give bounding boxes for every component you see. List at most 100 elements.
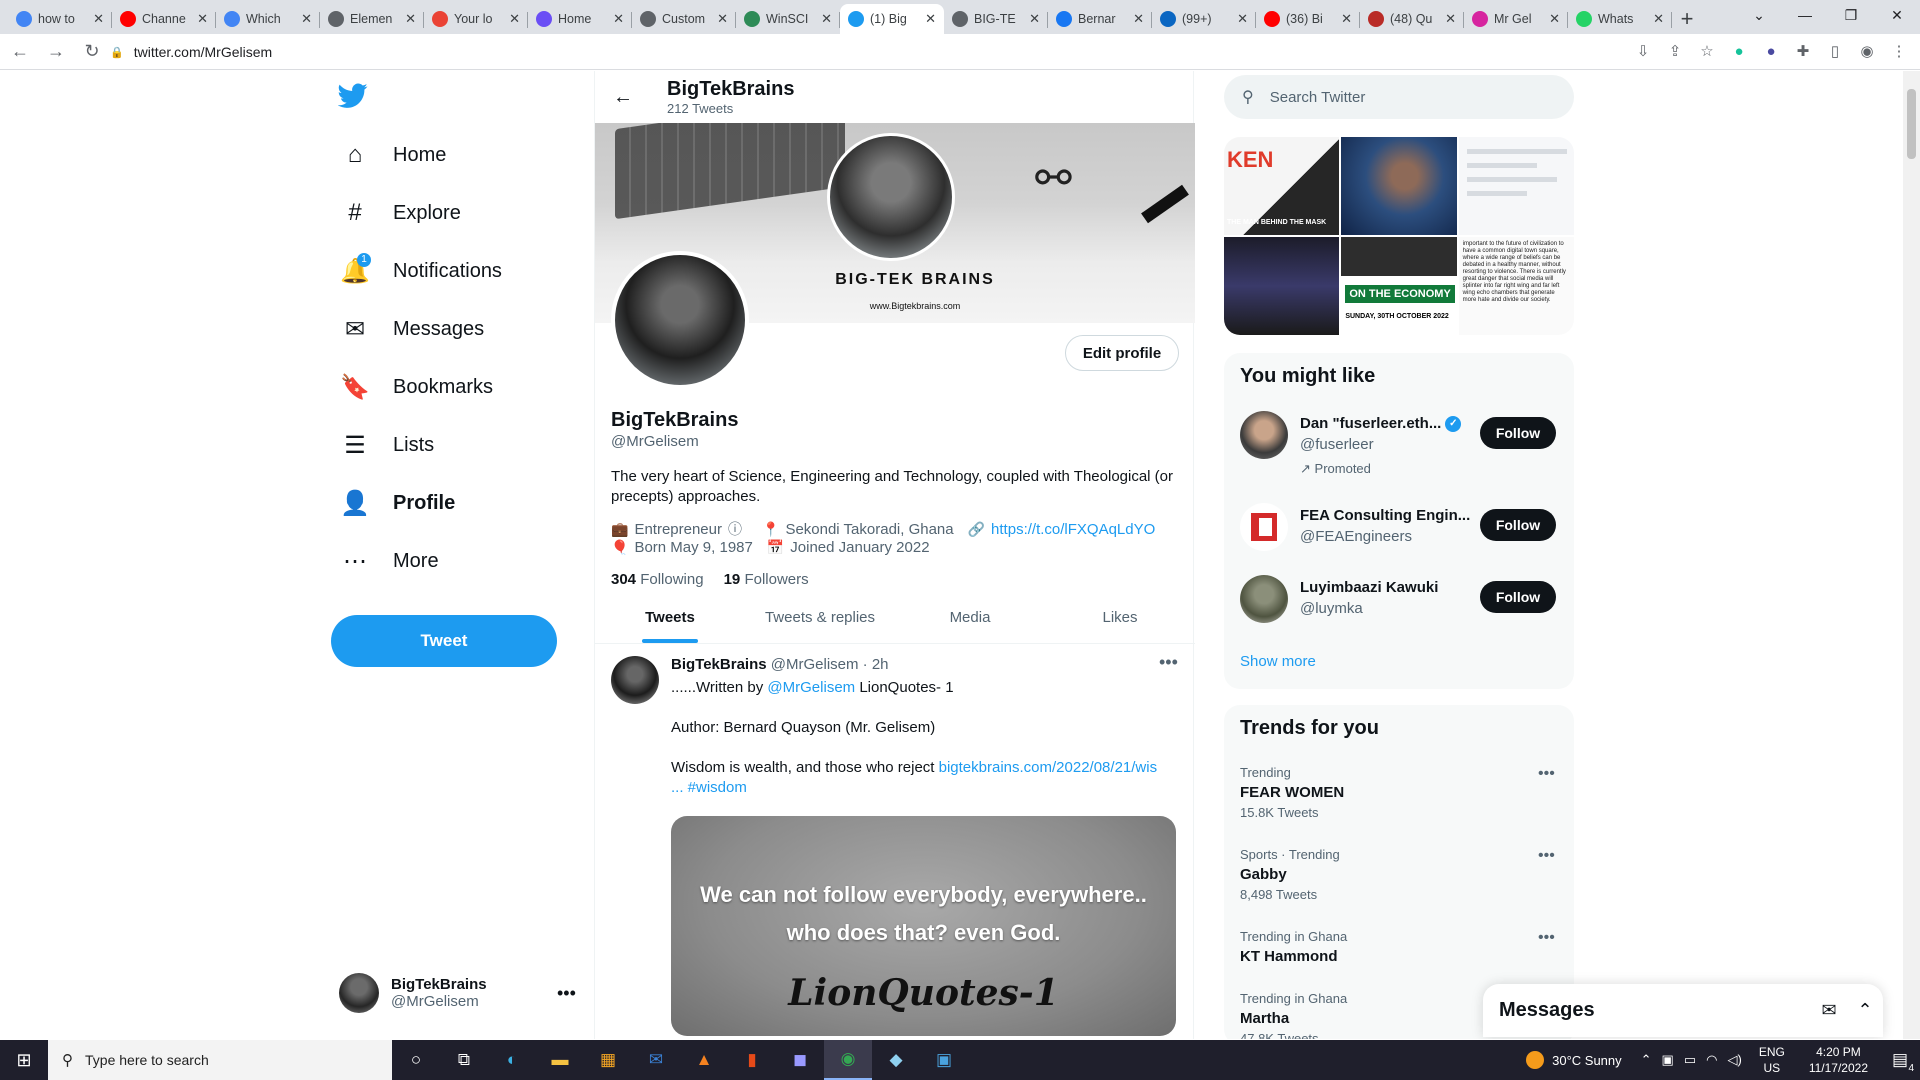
followers-link[interactable]: 19 Followers bbox=[724, 571, 809, 588]
more-dots-icon[interactable]: ••• bbox=[557, 983, 576, 1004]
profile-avatar[interactable] bbox=[611, 251, 749, 389]
close-tab-icon[interactable]: ✕ bbox=[925, 11, 936, 27]
winscp-icon[interactable]: ◆ bbox=[872, 1040, 920, 1080]
browser-tab[interactable]: how to ✕ bbox=[8, 4, 112, 34]
follow-button[interactable]: Follow bbox=[1480, 581, 1556, 613]
close-tab-icon[interactable]: ✕ bbox=[301, 11, 312, 27]
account-switcher[interactable]: BigTekBrains @MrGelisem ••• bbox=[339, 973, 576, 1013]
photos-icon[interactable]: ▣ bbox=[920, 1040, 968, 1080]
tab-media[interactable]: Media bbox=[895, 591, 1045, 643]
chrome-icon[interactable]: ◉ bbox=[824, 1040, 872, 1080]
store-icon[interactable]: ▦ bbox=[584, 1040, 632, 1080]
address-bar[interactable]: 🔒 twitter.com/MrGelisem bbox=[110, 38, 1600, 66]
bookmark-star-icon[interactable]: ☆ bbox=[1696, 40, 1718, 62]
notification-center-icon[interactable]: ▤ 4 bbox=[1880, 1040, 1920, 1080]
browser-tab[interactable]: Whats ✕ bbox=[1568, 4, 1672, 34]
chevron-up-icon[interactable]: ⌃ bbox=[1847, 1000, 1883, 1021]
file-explorer-icon[interactable]: ▬ bbox=[536, 1040, 584, 1080]
close-tab-icon[interactable]: ✕ bbox=[1341, 11, 1352, 27]
close-tab-icon[interactable]: ✕ bbox=[821, 11, 832, 27]
battery-icon[interactable]: ▭ bbox=[1684, 1052, 1696, 1068]
website-link[interactable]: https://t.co/lFXQAqLdYO bbox=[991, 521, 1155, 538]
sidebar-item-notifications[interactable]: 🔔 1 Notifications bbox=[325, 246, 502, 296]
trend-item[interactable]: Trending in Ghana KT Hammond ••• bbox=[1240, 929, 1560, 965]
sidebar-item-bookmarks[interactable]: 🔖 Bookmarks bbox=[325, 362, 493, 412]
reload-icon[interactable]: ↻ bbox=[76, 36, 108, 68]
page-scrollbar[interactable] bbox=[1903, 71, 1920, 1039]
tweet-avatar[interactable] bbox=[611, 656, 659, 704]
more-dots-icon[interactable]: ••• bbox=[1538, 929, 1555, 947]
close-tab-icon[interactable]: ✕ bbox=[1237, 11, 1248, 27]
close-tab-icon[interactable]: ✕ bbox=[1549, 11, 1560, 27]
url-link[interactable]: bigtekbrains.com/2022/08/21/wis bbox=[939, 759, 1157, 776]
language-indicator[interactable]: ENG US bbox=[1759, 1044, 1785, 1076]
browser-tab[interactable]: (99+) ✕ bbox=[1152, 4, 1256, 34]
media-thumb-3[interactable] bbox=[1458, 137, 1574, 235]
more-dots-icon[interactable]: ••• bbox=[1538, 765, 1555, 783]
media-thumb-6[interactable]: important to the future of civilization … bbox=[1458, 237, 1574, 335]
browser-tab[interactable]: Channe ✕ bbox=[112, 4, 216, 34]
minimize-button[interactable]: — bbox=[1782, 0, 1828, 30]
twitter-logo-icon[interactable] bbox=[337, 83, 370, 113]
tab-likes[interactable]: Likes bbox=[1045, 591, 1195, 643]
side-panel-icon[interactable]: ▯ bbox=[1824, 40, 1846, 62]
mention-link[interactable]: @MrGelisem bbox=[767, 679, 855, 696]
suggestion-item[interactable]: FEA Consulting Engin... @FEAEngineers Fo… bbox=[1240, 503, 1560, 563]
suggestion-item[interactable]: Dan "fuserleer.eth... ✓ @fuserleer ↗ Prom… bbox=[1240, 411, 1560, 476]
weather-widget[interactable]: 30°C Sunny bbox=[1526, 1051, 1622, 1069]
browser-tab[interactable]: WinSCI ✕ bbox=[736, 4, 840, 34]
office-icon[interactable]: ▮ bbox=[728, 1040, 776, 1080]
search-input[interactable]: ⚲ Search Twitter bbox=[1224, 75, 1574, 119]
tab-tweets-replies[interactable]: Tweets & replies bbox=[745, 591, 895, 643]
follow-button[interactable]: Follow bbox=[1480, 509, 1556, 541]
edit-profile-button[interactable]: Edit profile bbox=[1065, 335, 1179, 371]
browser-tab[interactable]: (1) Big ✕ bbox=[840, 4, 944, 34]
close-tab-icon[interactable]: ✕ bbox=[1133, 11, 1144, 27]
close-tab-icon[interactable]: ✕ bbox=[405, 11, 416, 27]
volume-icon[interactable]: ◁) bbox=[1727, 1052, 1741, 1068]
browser-tab[interactable]: Custom ✕ bbox=[632, 4, 736, 34]
media-thumb-2[interactable] bbox=[1341, 137, 1457, 235]
follow-button[interactable]: Follow bbox=[1480, 417, 1556, 449]
suggestion-item[interactable]: Luyimbaazi Kawuki @luymka Follow bbox=[1240, 575, 1560, 635]
restore-button[interactable]: ❐ bbox=[1828, 0, 1874, 30]
menu-icon[interactable]: ⋮ bbox=[1888, 40, 1910, 62]
task-view-icon[interactable]: ⧉ bbox=[440, 1040, 488, 1080]
install-icon[interactable]: ⇩ bbox=[1632, 40, 1654, 62]
edge-icon[interactable]: ◐ bbox=[488, 1040, 536, 1080]
vlc-icon[interactable]: ▲ bbox=[680, 1040, 728, 1080]
close-tab-icon[interactable]: ✕ bbox=[1653, 11, 1664, 27]
back-arrow-icon[interactable]: ← bbox=[595, 86, 651, 109]
premiere-icon[interactable]: ◼ bbox=[776, 1040, 824, 1080]
taskbar-search[interactable]: ⚲ Type here to search bbox=[48, 1040, 392, 1080]
trend-item[interactable]: Sports · Trending Gabby 8,498 Tweets ••• bbox=[1240, 847, 1560, 902]
chevron-up-icon[interactable]: ⌃ bbox=[1641, 1052, 1652, 1068]
browser-tab[interactable]: Mr Gel ✕ bbox=[1464, 4, 1568, 34]
back-arrow-icon[interactable]: ← bbox=[4, 36, 36, 68]
browser-tab[interactable]: (36) Bi ✕ bbox=[1256, 4, 1360, 34]
media-thumb-1[interactable]: KEN THE MAN BEHIND THE MASK bbox=[1224, 137, 1340, 235]
sidebar-item-messages[interactable]: ✉ Messages bbox=[325, 304, 484, 354]
forward-arrow-icon[interactable]: → bbox=[40, 36, 72, 68]
wifi-icon[interactable]: ◠ bbox=[1706, 1052, 1717, 1068]
browser-tab[interactable]: BIG-TE ✕ bbox=[944, 4, 1048, 34]
tweet-button[interactable]: Tweet bbox=[331, 615, 557, 667]
windows-start-icon[interactable]: ⊞ bbox=[0, 1040, 48, 1080]
info-icon[interactable]: ⓘ bbox=[728, 519, 742, 539]
hashtag-link[interactable]: ... #wisdom bbox=[671, 779, 747, 796]
new-message-icon[interactable]: ✉ bbox=[1811, 1000, 1847, 1021]
extension-icon[interactable]: ● bbox=[1760, 40, 1782, 62]
following-link[interactable]: 304 Following bbox=[611, 571, 704, 588]
close-tab-icon[interactable]: ✕ bbox=[717, 11, 728, 27]
close-tab-icon[interactable]: ✕ bbox=[1445, 11, 1456, 27]
tab-search-icon[interactable]: ⌄ bbox=[1736, 0, 1782, 30]
close-tab-icon[interactable]: ✕ bbox=[613, 11, 624, 27]
trend-item[interactable]: Trending FEAR WOMEN 15.8K Tweets ••• bbox=[1240, 765, 1560, 820]
close-tab-icon[interactable]: ✕ bbox=[93, 11, 104, 27]
sidebar-item-explore[interactable]: # Explore bbox=[325, 188, 461, 238]
sidebar-item-home[interactable]: ⌂ Home bbox=[325, 130, 447, 180]
close-tab-icon[interactable]: ✕ bbox=[1029, 11, 1040, 27]
mail-icon[interactable]: ✉ bbox=[632, 1040, 680, 1080]
browser-tab[interactable]: Elemen ✕ bbox=[320, 4, 424, 34]
more-dots-icon[interactable]: ••• bbox=[1538, 847, 1555, 865]
